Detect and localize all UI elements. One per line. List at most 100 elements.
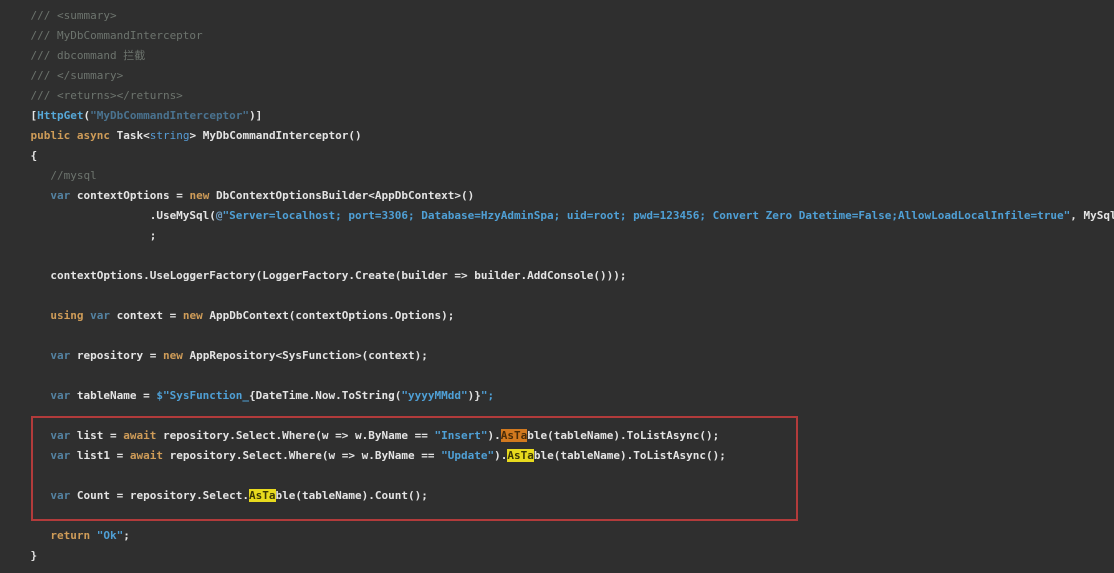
code-token: context = xyxy=(110,309,183,322)
code-token: /// <summary> xyxy=(4,9,117,22)
code-token xyxy=(4,129,31,142)
code-token: repository.Select.Where(w => w.ByName == xyxy=(163,449,441,462)
code-line[interactable]: [HttpGet("MyDbCommandInterceptor")] xyxy=(4,106,1114,126)
code-line[interactable]: .UseMySql(@"Server=localhost; port=3306;… xyxy=(4,206,1114,226)
code-token: var xyxy=(50,189,70,202)
code-token: ble(tableName).ToListAsync(); xyxy=(527,429,719,442)
code-token: { xyxy=(4,149,37,162)
code-line[interactable]: /// </summary> xyxy=(4,66,1114,86)
code-token: > MyDbCommandInterceptor() xyxy=(189,129,361,142)
code-token: public async xyxy=(31,129,117,142)
code-token: "Server=localhost; port=3306; Database=H… xyxy=(223,209,1071,222)
code-token: Task< xyxy=(117,129,150,142)
code-token: $"SysFunction_ xyxy=(156,389,249,402)
code-token: repository.Select.Where(w => w.ByName == xyxy=(156,429,434,442)
code-line[interactable]: var list1 = await repository.Select.Wher… xyxy=(4,446,1114,466)
code-line[interactable]: } xyxy=(4,546,1114,566)
code-token: DbContextOptionsBuilder<AppDbContext>() xyxy=(209,189,474,202)
code-line[interactable]: /// <summary> xyxy=(4,6,1114,26)
code-token: var xyxy=(90,309,110,322)
code-token: {DateTime.Now.ToString( xyxy=(249,389,401,402)
code-token xyxy=(4,449,50,462)
code-line[interactable] xyxy=(4,246,1114,266)
code-token: [ xyxy=(4,109,37,122)
code-token: /// <returns></returns> xyxy=(4,89,183,102)
code-token: var xyxy=(50,449,70,462)
code-line[interactable]: /// MyDbCommandInterceptor xyxy=(4,26,1114,46)
code-token: string xyxy=(150,129,190,142)
code-token xyxy=(4,189,50,202)
code-token: //mysql xyxy=(4,169,97,182)
code-token: "Insert" xyxy=(435,429,488,442)
code-token: } xyxy=(4,549,37,562)
code-line[interactable]: var list = await repository.Select.Where… xyxy=(4,426,1114,446)
code-token: )} xyxy=(468,389,481,402)
code-token: /// </summary> xyxy=(4,69,123,82)
code-token: , MySql xyxy=(1070,209,1114,222)
code-line[interactable] xyxy=(4,466,1114,486)
code-token: await xyxy=(130,449,163,462)
code-token: Count = repository.Select. xyxy=(70,489,249,502)
code-token xyxy=(4,529,50,542)
code-token: await xyxy=(123,429,156,442)
code-line[interactable] xyxy=(4,366,1114,386)
code-line[interactable]: contextOptions.UseLoggerFactory(LoggerFa… xyxy=(4,266,1114,286)
code-editor-window: /// <summary> /// MyDbCommandInterceptor… xyxy=(0,0,1114,573)
code-line[interactable]: /// <returns></returns> xyxy=(4,86,1114,106)
code-token: list1 = xyxy=(70,449,130,462)
code-token: ble(tableName).ToListAsync(); xyxy=(534,449,726,462)
code-line[interactable]: //mysql xyxy=(4,166,1114,186)
code-line[interactable]: public async Task<string> MyDbCommandInt… xyxy=(4,126,1114,146)
code-token: "MyDbCommandInterceptor" xyxy=(90,109,249,122)
code-token: )] xyxy=(249,109,262,122)
code-line[interactable]: var tableName = $"SysFunction_{DateTime.… xyxy=(4,386,1114,406)
code-token: AppRepository<SysFunction>(context); xyxy=(183,349,428,362)
code-token: var xyxy=(50,489,70,502)
code-token xyxy=(4,389,50,402)
code-line[interactable]: var Count = repository.Select.AsTable(ta… xyxy=(4,486,1114,506)
code-token: "yyyyMMdd" xyxy=(401,389,467,402)
code-token: repository = xyxy=(70,349,163,362)
code-line[interactable]: var repository = new AppRepository<SysFu… xyxy=(4,346,1114,366)
code-token xyxy=(4,429,50,442)
code-line[interactable] xyxy=(4,406,1114,426)
code-editor[interactable]: /// <summary> /// MyDbCommandInterceptor… xyxy=(0,0,1114,573)
code-token: contextOptions = xyxy=(70,189,189,202)
code-token: "; xyxy=(481,389,494,402)
code-token: /// MyDbCommandInterceptor xyxy=(4,29,203,42)
code-token: .UseMySql( xyxy=(4,209,216,222)
code-token: "Update" xyxy=(441,449,494,462)
code-token: return xyxy=(50,529,90,542)
code-line[interactable]: var contextOptions = new DbContextOption… xyxy=(4,186,1114,206)
code-token: ). xyxy=(494,449,507,462)
code-line[interactable]: { xyxy=(4,146,1114,166)
code-line[interactable]: /// dbcommand 拦截 xyxy=(4,46,1114,66)
code-token: /// dbcommand 拦截 xyxy=(4,49,145,62)
code-line[interactable] xyxy=(4,286,1114,306)
code-line[interactable]: using var context = new AppDbContext(con… xyxy=(4,306,1114,326)
code-token xyxy=(4,489,50,502)
search-match-highlight: AsTa xyxy=(507,449,534,462)
code-token: ble(tableName).Count(); xyxy=(276,489,428,502)
code-token: @ xyxy=(216,209,223,222)
code-line[interactable]: ; xyxy=(4,226,1114,246)
search-match-highlight: AsTa xyxy=(249,489,276,502)
code-token: using xyxy=(50,309,83,322)
code-line[interactable] xyxy=(4,506,1114,526)
code-token: contextOptions.UseLoggerFactory(LoggerFa… xyxy=(4,269,627,282)
code-token xyxy=(4,309,50,322)
code-token: list = xyxy=(70,429,123,442)
code-token: var xyxy=(50,349,70,362)
code-token: var xyxy=(50,389,70,402)
code-token: ). xyxy=(487,429,500,442)
code-token: new xyxy=(163,349,183,362)
code-token: HttpGet xyxy=(37,109,83,122)
code-token: tableName = xyxy=(70,389,156,402)
code-line[interactable]: return "Ok"; xyxy=(4,526,1114,546)
code-token xyxy=(4,349,50,362)
search-match-highlight-current: AsTa xyxy=(501,429,528,442)
code-token: var xyxy=(50,429,70,442)
code-line[interactable] xyxy=(4,326,1114,346)
code-token: new xyxy=(183,309,203,322)
code-token: "Ok" xyxy=(97,529,124,542)
